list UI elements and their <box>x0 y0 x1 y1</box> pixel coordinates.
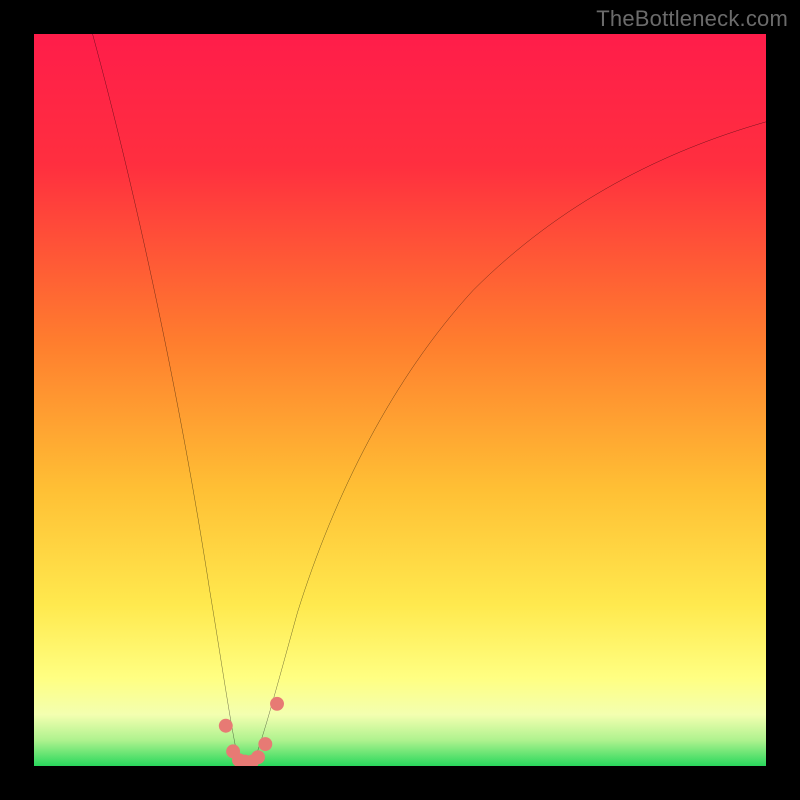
bottleneck-curve <box>93 34 766 764</box>
plot-area <box>34 34 766 766</box>
watermark-text: TheBottleneck.com <box>596 6 788 32</box>
chart-frame: TheBottleneck.com <box>0 0 800 800</box>
curve-layer <box>34 34 766 766</box>
